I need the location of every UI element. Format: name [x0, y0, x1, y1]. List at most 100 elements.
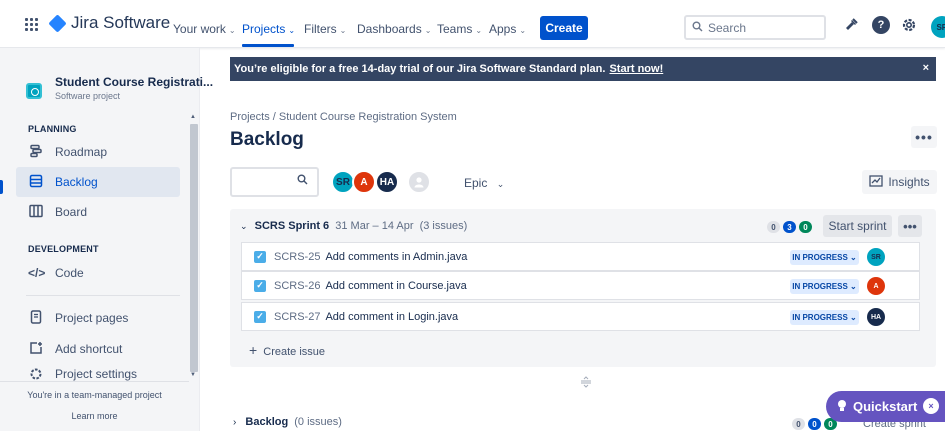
- chevron-right-icon: ›: [233, 417, 237, 428]
- assignee-avatar[interactable]: SR: [867, 248, 885, 266]
- sidebar-item-label: Project pages: [55, 311, 129, 325]
- todo-count-badge: 0: [792, 418, 805, 430]
- done-count-badge: 0: [799, 221, 812, 233]
- chevron-down-icon: ⌄: [240, 221, 248, 231]
- sidebar-item-code[interactable]: </> Code: [16, 258, 180, 288]
- learn-more-link[interactable]: Learn more: [0, 411, 189, 421]
- planning-heading: PLANNING: [28, 124, 77, 134]
- development-heading: DEVELOPMENT: [28, 244, 99, 254]
- sidebar-item-label: Code: [55, 266, 84, 280]
- issue-summary: Add comment in Course.java: [325, 279, 467, 292]
- issue-key[interactable]: SCRS-25: [274, 251, 320, 263]
- status-dropdown[interactable]: IN PROGRESS ⌄: [790, 250, 859, 265]
- page-title: Backlog: [230, 129, 304, 150]
- create-button[interactable]: Create: [540, 16, 588, 40]
- nav-dashboards[interactable]: Dashboards ⌄: [357, 22, 431, 36]
- chevron-down-icon: ⌄: [496, 179, 505, 189]
- pages-icon: [28, 309, 44, 327]
- insights-icon: [869, 174, 883, 190]
- code-icon: </>: [28, 266, 46, 280]
- issue-row[interactable]: ✓ SCRS-26 Add comment in Course.java IN …: [241, 271, 920, 300]
- search-icon: [297, 174, 308, 188]
- project-name[interactable]: Student Course Registrati...: [55, 75, 213, 89]
- notifications-icon[interactable]: [842, 16, 860, 34]
- chevron-down-icon: ⌄: [424, 26, 432, 35]
- sprint-name: SCRS Sprint 6: [254, 220, 330, 232]
- close-icon[interactable]: ×: [923, 62, 929, 74]
- nav-apps[interactable]: Apps ⌄: [489, 22, 526, 36]
- help-icon[interactable]: ?: [872, 16, 890, 34]
- sidebar-item-label: Board: [55, 205, 88, 219]
- chevron-down-icon: ⌄: [288, 26, 296, 35]
- insights-button[interactable]: Insights: [862, 170, 937, 194]
- nav-projects[interactable]: Projects ⌄: [242, 22, 295, 36]
- start-now-link[interactable]: Start now!: [609, 63, 663, 75]
- top-navigation: Jira Software Your work ⌄ Projects ⌄ Filte…: [0, 0, 945, 48]
- scroll-down-icon[interactable]: ▼: [190, 372, 196, 378]
- sprint-dates: 31 Mar – 14 Apr: [335, 220, 414, 232]
- nav-your-work[interactable]: Your work ⌄: [173, 22, 236, 36]
- app-name: Jira Software: [71, 13, 171, 32]
- nav-filters[interactable]: Filters ⌄: [304, 22, 346, 36]
- assignee-avatar[interactable]: HA: [867, 308, 885, 326]
- chevron-down-icon: ⌄: [228, 26, 236, 35]
- app-switcher-icon[interactable]: [25, 18, 38, 31]
- status-dropdown[interactable]: IN PROGRESS ⌄: [790, 279, 859, 294]
- team-managed-note: You're in a team-managed project: [27, 390, 162, 400]
- trial-banner: You’re eligible for a free 14-day trial …: [230, 57, 936, 81]
- search-icon: [692, 21, 703, 35]
- lightbulb-icon: [837, 399, 847, 415]
- project-avatar-icon: [26, 83, 42, 99]
- assignee-avatar[interactable]: A: [867, 277, 885, 295]
- avatar-filter-ha[interactable]: HA: [375, 170, 399, 194]
- start-sprint-button[interactable]: Start sprint: [823, 215, 892, 237]
- search-input[interactable]: Search: [684, 15, 826, 40]
- sidebar-scrollbar[interactable]: [190, 124, 198, 372]
- backlog-icon: [28, 174, 44, 191]
- sidebar-item-label: Backlog: [55, 175, 98, 189]
- breadcrumb[interactable]: Projects / Student Course Registration S…: [230, 111, 457, 123]
- sidebar-item-board[interactable]: Board: [16, 197, 180, 227]
- epic-filter-dropdown[interactable]: Epic ⌄: [464, 176, 504, 190]
- chevron-down-icon: ⌄: [519, 26, 527, 35]
- settings-icon[interactable]: [900, 16, 918, 34]
- active-nav-indicator: [242, 44, 294, 47]
- project-type: Software project: [55, 91, 121, 101]
- user-avatar[interactable]: SR: [931, 16, 945, 38]
- backlog-search-input[interactable]: [230, 167, 319, 197]
- sprint-more-button[interactable]: •••: [898, 215, 922, 237]
- quickstart-button[interactable]: Quickstart ×: [826, 391, 945, 422]
- selected-indicator: [0, 180, 3, 194]
- task-type-icon: ✓: [254, 279, 266, 292]
- backlog-issue-count: (0 issues): [294, 416, 342, 428]
- sidebar: Student Course Registrati... Software pr…: [0, 48, 213, 431]
- plus-icon: +: [249, 342, 258, 358]
- drag-handle-icon[interactable]: [580, 376, 592, 391]
- add-shortcut-icon: [28, 341, 44, 358]
- in-progress-count-badge: 3: [783, 221, 796, 233]
- backlog-header[interactable]: › Backlog (0 issues): [233, 416, 342, 428]
- sprint-header[interactable]: ⌄ SCRS Sprint 6 31 Mar – 14 Apr (3 issue…: [240, 220, 467, 232]
- unassigned-avatar-icon[interactable]: [407, 170, 431, 194]
- close-icon[interactable]: ×: [923, 398, 939, 414]
- sidebar-item-label: Project settings: [55, 367, 138, 381]
- board-icon: [28, 204, 44, 221]
- avatar-filter-a[interactable]: A: [352, 170, 376, 194]
- sidebar-item-label: Roadmap: [55, 145, 108, 159]
- nav-teams[interactable]: Teams ⌄: [437, 22, 482, 36]
- issue-key[interactable]: SCRS-26: [274, 280, 320, 292]
- more-actions-button[interactable]: •••: [911, 126, 937, 148]
- issue-key[interactable]: SCRS-27: [274, 311, 320, 323]
- create-issue-button[interactable]: + Create issue: [249, 342, 325, 358]
- sidebar-item-add-shortcut[interactable]: Add shortcut: [16, 334, 180, 364]
- jira-logo[interactable]: Jira Software: [48, 13, 170, 33]
- chevron-down-icon: ⌄: [475, 26, 483, 35]
- status-dropdown[interactable]: IN PROGRESS ⌄: [790, 310, 859, 325]
- scroll-up-icon[interactable]: ▲: [190, 114, 196, 120]
- sidebar-item-project-pages[interactable]: Project pages: [16, 303, 180, 333]
- sidebar-item-roadmap[interactable]: Roadmap: [16, 137, 180, 167]
- roadmap-icon: [28, 144, 44, 161]
- sidebar-item-backlog[interactable]: Backlog: [16, 167, 180, 197]
- issue-row[interactable]: ✓ SCRS-25 Add comments in Admin.java IN …: [241, 242, 920, 271]
- issue-row[interactable]: ✓ SCRS-27 Add comment in Login.java IN P…: [241, 302, 920, 331]
